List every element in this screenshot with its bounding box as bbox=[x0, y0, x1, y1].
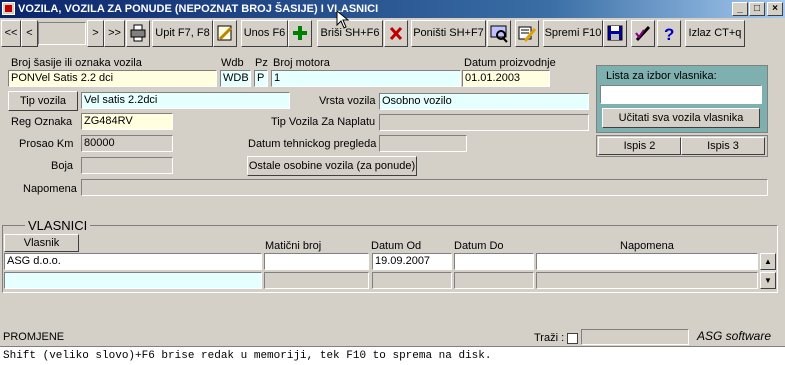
close-button[interactable]: × bbox=[767, 2, 783, 16]
pencil-edit-icon[interactable] bbox=[213, 20, 237, 47]
scroll-up-button[interactable]: ▲ bbox=[760, 253, 776, 270]
search-input[interactable] bbox=[581, 329, 689, 345]
green-plus-icon[interactable] bbox=[288, 20, 312, 47]
chassis-label: Broj šasije ili oznaka vozila bbox=[11, 57, 142, 69]
owner-cell-mb[interactable] bbox=[264, 272, 369, 289]
inspection-date-label: Datum tehnickog pregleda bbox=[248, 138, 377, 150]
owner-cell-name[interactable]: ASG d.o.o. bbox=[4, 253, 262, 270]
col-header-note: Napomena bbox=[620, 240, 674, 252]
chassis-field[interactable]: PONVel Satis 2.2 dci bbox=[8, 70, 217, 87]
pz-label: Pz bbox=[255, 57, 268, 69]
toll-type-label: Tip Vozila Za Naplatu bbox=[271, 116, 376, 128]
km-label: Prosao Km bbox=[19, 138, 74, 150]
floppy-disk-icon[interactable] bbox=[603, 20, 627, 47]
inspection-date-field[interactable] bbox=[379, 135, 467, 152]
window-title: VOZILA, VOZILA ZA PONUDE (NEPOZNAT BROJ … bbox=[0, 0, 785, 18]
vehicle-type-button[interactable]: Tip vozila bbox=[8, 91, 78, 111]
production-date-field[interactable]: 01.01.2003 bbox=[462, 70, 550, 87]
red-x-icon[interactable] bbox=[384, 20, 408, 47]
last-record-button[interactable]: >> bbox=[104, 20, 125, 47]
production-date-label: Datum proizvodnje bbox=[464, 57, 556, 69]
other-properties-button[interactable]: Ostale osobine vozila (za ponude) bbox=[247, 156, 417, 176]
owner-list-title: Lista za izbor vlasnika: bbox=[606, 70, 717, 82]
block-name: PROMJENE bbox=[3, 331, 65, 343]
record-number-field[interactable] bbox=[38, 22, 86, 45]
owner-cell-mb[interactable] bbox=[264, 253, 369, 270]
delete-button[interactable]: Briši SH+F6 bbox=[317, 20, 383, 47]
first-record-button[interactable]: << bbox=[1, 20, 21, 47]
eraser-icon[interactable] bbox=[515, 20, 539, 47]
reg-field[interactable]: ZG484RV bbox=[81, 113, 173, 130]
question-mark-icon[interactable]: ? bbox=[657, 20, 681, 47]
col-header-date-to: Datum Do bbox=[454, 240, 504, 252]
screen-search-icon[interactable] bbox=[487, 20, 511, 47]
note-label: Napomena bbox=[23, 183, 77, 195]
col-header-date-from: Datum Od bbox=[371, 240, 422, 252]
vehicle-type-field[interactable]: Vel satis 2.2dci bbox=[81, 92, 290, 109]
pz-field[interactable]: P bbox=[254, 70, 268, 87]
owner-cell-date-from[interactable] bbox=[372, 272, 452, 289]
print-3-button[interactable]: Ispis 3 bbox=[681, 137, 765, 155]
owner-cell-note[interactable] bbox=[536, 272, 758, 289]
owner-column-button[interactable]: Vlasnik bbox=[4, 234, 79, 252]
load-owner-vehicles-button[interactable]: Učitati sva vozila vlasnika bbox=[602, 108, 760, 128]
col-header-mb: Matični broj bbox=[265, 240, 322, 252]
owners-section-title: VLASNICI bbox=[25, 219, 91, 233]
prev-record-button[interactable]: < bbox=[21, 20, 38, 47]
owner-cell-name[interactable] bbox=[4, 272, 262, 289]
owner-cell-date-from[interactable]: 19.09.2007 bbox=[372, 253, 452, 270]
next-record-button[interactable]: > bbox=[87, 20, 104, 47]
minimize-button[interactable]: _ bbox=[732, 2, 748, 16]
maximize-button[interactable]: □ bbox=[749, 2, 765, 16]
mouse-cursor-icon bbox=[336, 9, 350, 33]
save-button[interactable]: Spremi F10 bbox=[543, 20, 603, 47]
km-field[interactable]: 80000 bbox=[81, 135, 173, 152]
color-label: Boja bbox=[51, 160, 74, 172]
vehicle-kind-label: Vrsta vozila bbox=[319, 95, 376, 107]
owner-list-input[interactable] bbox=[600, 85, 762, 104]
app-icon bbox=[2, 2, 15, 15]
note-field[interactable] bbox=[81, 179, 768, 196]
printer-icon[interactable] bbox=[126, 20, 150, 47]
svg-text:?: ? bbox=[664, 25, 674, 44]
cancel-button[interactable]: Poništi SH+F7 bbox=[411, 20, 486, 47]
pen-check-icon[interactable] bbox=[631, 20, 655, 47]
color-field[interactable] bbox=[81, 157, 173, 174]
owner-cell-date-to[interactable] bbox=[454, 272, 534, 289]
wdb-label: Wdb bbox=[221, 57, 244, 69]
engine-field[interactable]: 1 bbox=[271, 70, 461, 87]
owner-cell-note[interactable] bbox=[536, 253, 758, 270]
owner-cell-date-to[interactable] bbox=[454, 253, 534, 270]
status-bar: Shift (veliko slovo)+F6 brise redak u me… bbox=[0, 346, 785, 365]
wdb-field[interactable]: WDB bbox=[220, 70, 251, 87]
scroll-down-button[interactable]: ▼ bbox=[760, 272, 776, 289]
search-checkbox[interactable] bbox=[567, 333, 578, 344]
engine-label: Broj motora bbox=[273, 57, 330, 69]
insert-button[interactable]: Unos F6 bbox=[241, 20, 288, 47]
reg-label: Reg Oznaka bbox=[11, 116, 73, 128]
exit-button[interactable]: Izlaz CT+q bbox=[685, 20, 745, 47]
print-2-button[interactable]: Ispis 2 bbox=[598, 137, 681, 155]
query-button[interactable]: Upit F7, F8 bbox=[152, 20, 213, 47]
vehicle-kind-field[interactable]: Osobno vozilo bbox=[379, 93, 589, 110]
search-label: Traži : bbox=[534, 332, 565, 344]
brand-label: ASG software bbox=[697, 329, 772, 343]
toll-type-field[interactable] bbox=[379, 114, 589, 131]
